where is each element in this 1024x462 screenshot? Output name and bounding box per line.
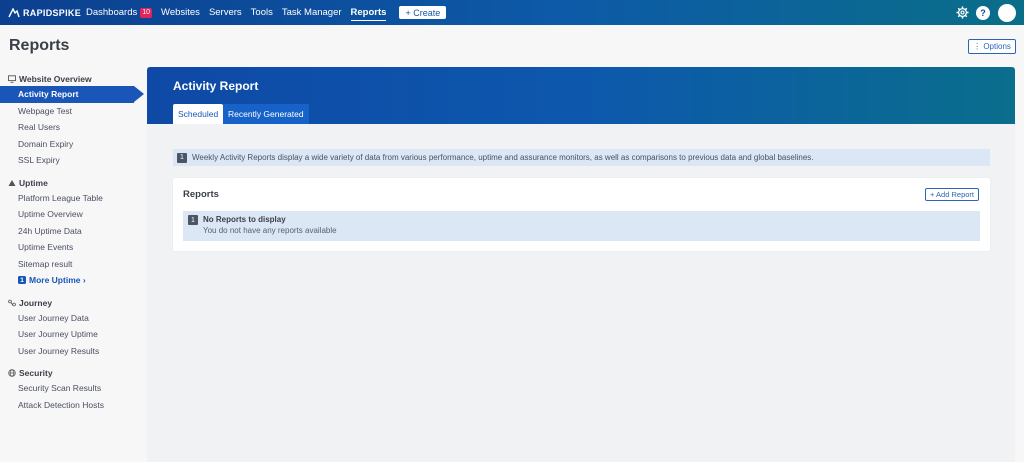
report-banner: Activity Report Scheduled Recently Gener… (147, 67, 1015, 124)
nav-task-manager[interactable]: Task Manager (282, 0, 342, 25)
sidebar-item-user-journey-results[interactable]: User Journey Results (0, 343, 146, 360)
sidebar-item-uptime-events[interactable]: Uptime Events (0, 239, 146, 256)
nav-tools[interactable]: Tools (251, 0, 273, 25)
empty-state-badge: 1 (188, 215, 198, 225)
more-uptime-badge: 1 (18, 276, 26, 285)
sidebar-section-label: Journey (19, 297, 53, 308)
nav-dashboards-label: Dashboards (86, 7, 138, 18)
sidebar-item-activity-report[interactable]: Activity Report (0, 86, 144, 103)
reports-card-title: Reports (183, 189, 219, 200)
sidebar-item-ssl-expiry[interactable]: SSL Expiry (0, 152, 146, 169)
sidebar-section-label: Website Overview (19, 74, 92, 84)
tab-scheduled[interactable]: Scheduled (173, 104, 224, 124)
nav-dashboards[interactable]: Dashboards 10 (86, 0, 153, 25)
sidebar-item-user-journey-data[interactable]: User Journey Data (0, 310, 146, 327)
sidebar-section-label: Security (19, 368, 53, 378)
sidebar-more-uptime[interactable]: 1 More Uptime › (0, 272, 146, 289)
empty-state-title: No Reports to display (203, 215, 286, 224)
sidebar-item-real-users[interactable]: Real Users (0, 119, 146, 136)
sidebar-item-domain-expiry[interactable]: Domain Expiry (0, 136, 146, 153)
sidebar: Website Overview Activity Report Webpage… (0, 66, 146, 413)
add-report-button[interactable]: + Add Report (925, 188, 979, 201)
gear-icon[interactable] (955, 6, 969, 20)
triangle-up-icon (8, 179, 16, 187)
globe-icon (8, 369, 16, 377)
sidebar-item-24h-uptime-data[interactable]: 24h Uptime Data (0, 223, 146, 240)
sidebar-section-journey: Journey (0, 296, 146, 310)
logo-text: RAPIDSPIKE (23, 7, 82, 18)
sidebar-section-security: Security (0, 366, 146, 380)
more-uptime-label: More Uptime › (29, 275, 86, 286)
page-title: Reports (9, 37, 70, 54)
sidebar-item-platform-league-table[interactable]: Platform League Table (0, 190, 146, 207)
sidebar-item-security-scan-results[interactable]: Security Scan Results (0, 380, 146, 397)
avatar[interactable] (998, 3, 1016, 22)
logo-icon (8, 7, 20, 17)
create-button[interactable]: + Create (399, 6, 447, 19)
info-text: Weekly Activity Reports display a wide v… (192, 153, 814, 162)
nav-right-tools: ? (948, 0, 1016, 25)
sidebar-item-sitemap-result[interactable]: Sitemap result (0, 256, 146, 273)
tab-recently-generated[interactable]: Recently Generated (223, 104, 309, 124)
sidebar-item-webpage-test[interactable]: Webpage Test (0, 103, 146, 120)
monitor-icon (8, 75, 16, 83)
empty-state: 1 No Reports to display You do not have … (183, 211, 980, 241)
nav-websites[interactable]: Websites (161, 0, 200, 25)
empty-state-message: You do not have any reports available (203, 226, 337, 235)
info-badge: 1 (177, 152, 187, 163)
dashboards-count-badge: 10 (140, 7, 153, 18)
reports-card: Reports + Add Report 1 No Reports to dis… (173, 178, 990, 251)
nav-servers[interactable]: Servers (209, 0, 242, 25)
report-title: Activity Report (173, 79, 259, 93)
sidebar-item-attack-detection-hosts[interactable]: Attack Detection Hosts (0, 397, 146, 414)
info-alert: 1 Weekly Activity Reports display a wide… (173, 149, 990, 166)
nav-reports[interactable]: Reports (350, 0, 386, 25)
sidebar-item-uptime-overview[interactable]: Uptime Overview (0, 206, 146, 223)
top-navbar: RAPIDSPIKE Dashboards 10 Websites Server… (0, 0, 1024, 25)
sidebar-section-website-overview: Website Overview (0, 72, 146, 86)
sidebar-section-uptime: Uptime (0, 176, 146, 190)
main-panel: Activity Report Scheduled Recently Gener… (147, 67, 1015, 462)
help-icon[interactable]: ? (976, 5, 990, 20)
sidebar-item-user-journey-uptime[interactable]: User Journey Uptime (0, 326, 146, 343)
rapidspike-logo[interactable]: RAPIDSPIKE (8, 7, 86, 18)
options-button[interactable]: ⋮ Options (968, 39, 1016, 54)
sidebar-section-label: Uptime (19, 177, 48, 188)
journey-icon (8, 299, 16, 307)
